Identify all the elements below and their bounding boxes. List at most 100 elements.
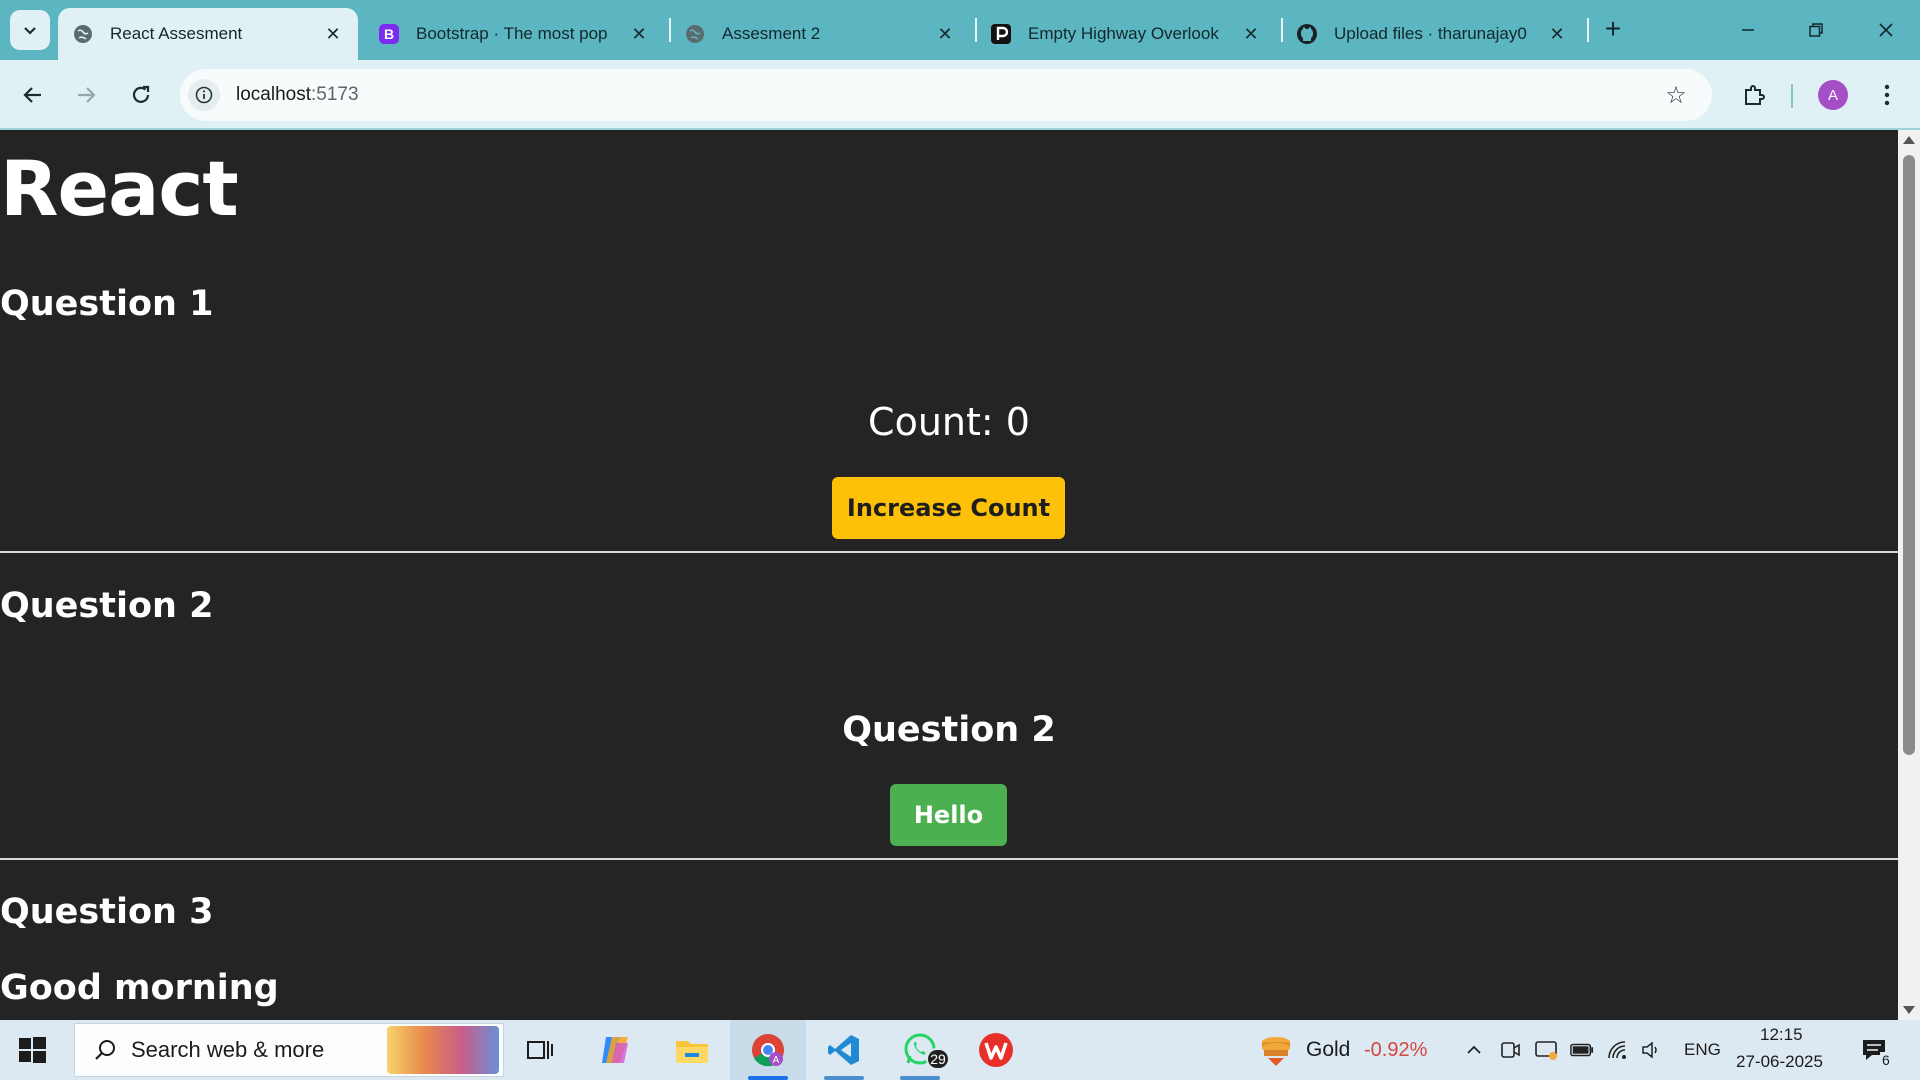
task-view-icon (527, 1041, 553, 1059)
question-1-heading: Question 1 (0, 284, 214, 324)
widget-label[interactable]: Gold (1306, 1038, 1350, 1062)
arrow-right-icon (78, 87, 96, 103)
scrollbar-thumb[interactable] (1903, 155, 1915, 755)
globe-icon (72, 23, 94, 45)
tab-search-button[interactable] (10, 10, 50, 50)
page-scrollbar[interactable] (1898, 130, 1920, 1020)
puzzle-icon (1745, 85, 1765, 105)
chevron-up-icon[interactable] (1462, 1038, 1486, 1062)
wifi-icon[interactable] (1606, 1038, 1630, 1062)
vscode-icon (828, 1035, 859, 1065)
folder-icon (676, 1041, 708, 1063)
page-viewport: React Question 1 Count: 0 Increase Count… (0, 130, 1898, 1020)
url-text: localhost:5173 (236, 84, 359, 106)
scroll-down-icon[interactable] (1903, 1006, 1915, 1014)
svg-text:A: A (773, 1055, 780, 1066)
tab-upload-files[interactable]: Upload files · tharunajay0 ✕ (1282, 8, 1582, 60)
divider (0, 858, 1898, 860)
search-placeholder: Search web & more (131, 1037, 325, 1062)
tab-title: Empty Highway Overlook (1028, 24, 1219, 43)
bootstrap-icon: B (378, 23, 400, 45)
globe-icon (684, 23, 706, 45)
tab-title: Bootstrap · The most pop (416, 24, 608, 43)
question-2-inner-heading: Question 2 (842, 710, 1056, 750)
clock-time[interactable]: 12:15 (1760, 1025, 1803, 1045)
url-port: :5173 (311, 84, 359, 105)
meet-now-icon[interactable] (1498, 1038, 1522, 1062)
bookmark-star-icon[interactable]: ☆ (1662, 81, 1690, 109)
tab-react-assesment[interactable]: React Assesment ✕ (58, 8, 358, 60)
copilot-icon (602, 1037, 628, 1063)
tab-bootstrap[interactable]: B Bootstrap · The most pop ✕ (364, 8, 664, 60)
close-icon[interactable]: ✕ (934, 23, 956, 45)
close-icon[interactable]: ✕ (628, 23, 650, 45)
site-info-icon[interactable] (188, 79, 220, 111)
forward-button[interactable] (67, 76, 105, 114)
wps-office-app[interactable] (958, 1020, 1034, 1080)
close-icon[interactable]: ✕ (322, 23, 344, 45)
display-icon[interactable] (1534, 1038, 1558, 1062)
close-window-button[interactable] (1856, 8, 1916, 52)
count-display: Count: 0 (868, 400, 1030, 444)
arrow-left-icon (23, 87, 41, 103)
clock-date[interactable]: 27-06-2025 (1736, 1052, 1823, 1072)
tab-title: React Assesment (110, 24, 243, 43)
browser-toolbar: localhost:5173 ☆ (0, 60, 1920, 130)
language-indicator[interactable]: ENG (1684, 1040, 1721, 1060)
pexels-icon (990, 23, 1012, 45)
windows-logo-icon (19, 1037, 46, 1063)
vscode-app[interactable] (806, 1020, 882, 1080)
windows-start-button[interactable] (16, 1034, 48, 1066)
tab-separator (1587, 18, 1589, 42)
chrome-app[interactable]: A (730, 1020, 806, 1080)
back-button[interactable] (14, 76, 52, 114)
volume-icon[interactable] (1640, 1038, 1664, 1062)
notification-badge: 29 (926, 1048, 950, 1070)
active-indicator (748, 1076, 788, 1080)
scroll-up-icon[interactable] (1903, 136, 1915, 144)
widget-change[interactable]: -0.92% (1364, 1039, 1427, 1062)
toolbar-divider (1791, 84, 1793, 108)
close-icon[interactable]: ✕ (1240, 23, 1262, 45)
tab-assesment-2[interactable]: Assesment 2 ✕ (670, 8, 970, 60)
page-title: React (0, 144, 239, 233)
new-tab-button[interactable]: + (1598, 13, 1628, 44)
address-bar[interactable]: localhost:5173 ☆ (180, 69, 1712, 121)
extensions-button[interactable] (1735, 76, 1773, 114)
reload-icon (132, 85, 150, 103)
browser-menu-button[interactable] (1868, 76, 1906, 114)
search-highlight-image (387, 1026, 499, 1074)
tab-title: Upload files · tharunajay0 (1334, 24, 1527, 43)
notification-count: 6 (1880, 1052, 1892, 1068)
chevron-down-icon (24, 27, 36, 35)
profile-avatar[interactable]: A (1818, 80, 1848, 110)
chrome-icon: A (752, 1034, 784, 1067)
taskbar-search-box[interactable]: Search web & more (74, 1023, 504, 1077)
wps-icon (979, 1033, 1013, 1067)
gold-widget-icon[interactable] (1258, 1032, 1294, 1068)
greeting-text: Good morning (0, 968, 279, 1008)
hello-button[interactable]: Hello (890, 784, 1007, 846)
question-3-heading: Question 3 (0, 892, 214, 932)
divider (0, 551, 1898, 553)
task-view-button[interactable] (502, 1020, 578, 1080)
minimize-icon (1742, 29, 1754, 31)
tab-empty-highway[interactable]: Empty Highway Overlook ✕ (976, 8, 1276, 60)
close-icon[interactable]: ✕ (1546, 23, 1568, 45)
github-icon (1296, 23, 1318, 45)
reload-button[interactable] (122, 76, 160, 114)
restore-button[interactable] (1786, 8, 1846, 52)
url-host: localhost (236, 84, 311, 105)
svg-text:B: B (384, 26, 394, 42)
minimize-button[interactable] (1718, 8, 1778, 52)
restore-icon (1809, 23, 1823, 37)
whatsapp-app[interactable]: 29 (882, 1020, 958, 1080)
battery-icon[interactable] (1570, 1038, 1594, 1062)
tab-title: Assesment 2 (722, 24, 821, 43)
more-vertical-icon (1884, 84, 1890, 106)
file-explorer-app[interactable] (654, 1020, 730, 1080)
copilot-app[interactable] (578, 1020, 654, 1080)
running-indicator (824, 1076, 864, 1080)
increase-count-button[interactable]: Increase Count (832, 477, 1065, 539)
question-2-heading: Question 2 (0, 586, 214, 626)
